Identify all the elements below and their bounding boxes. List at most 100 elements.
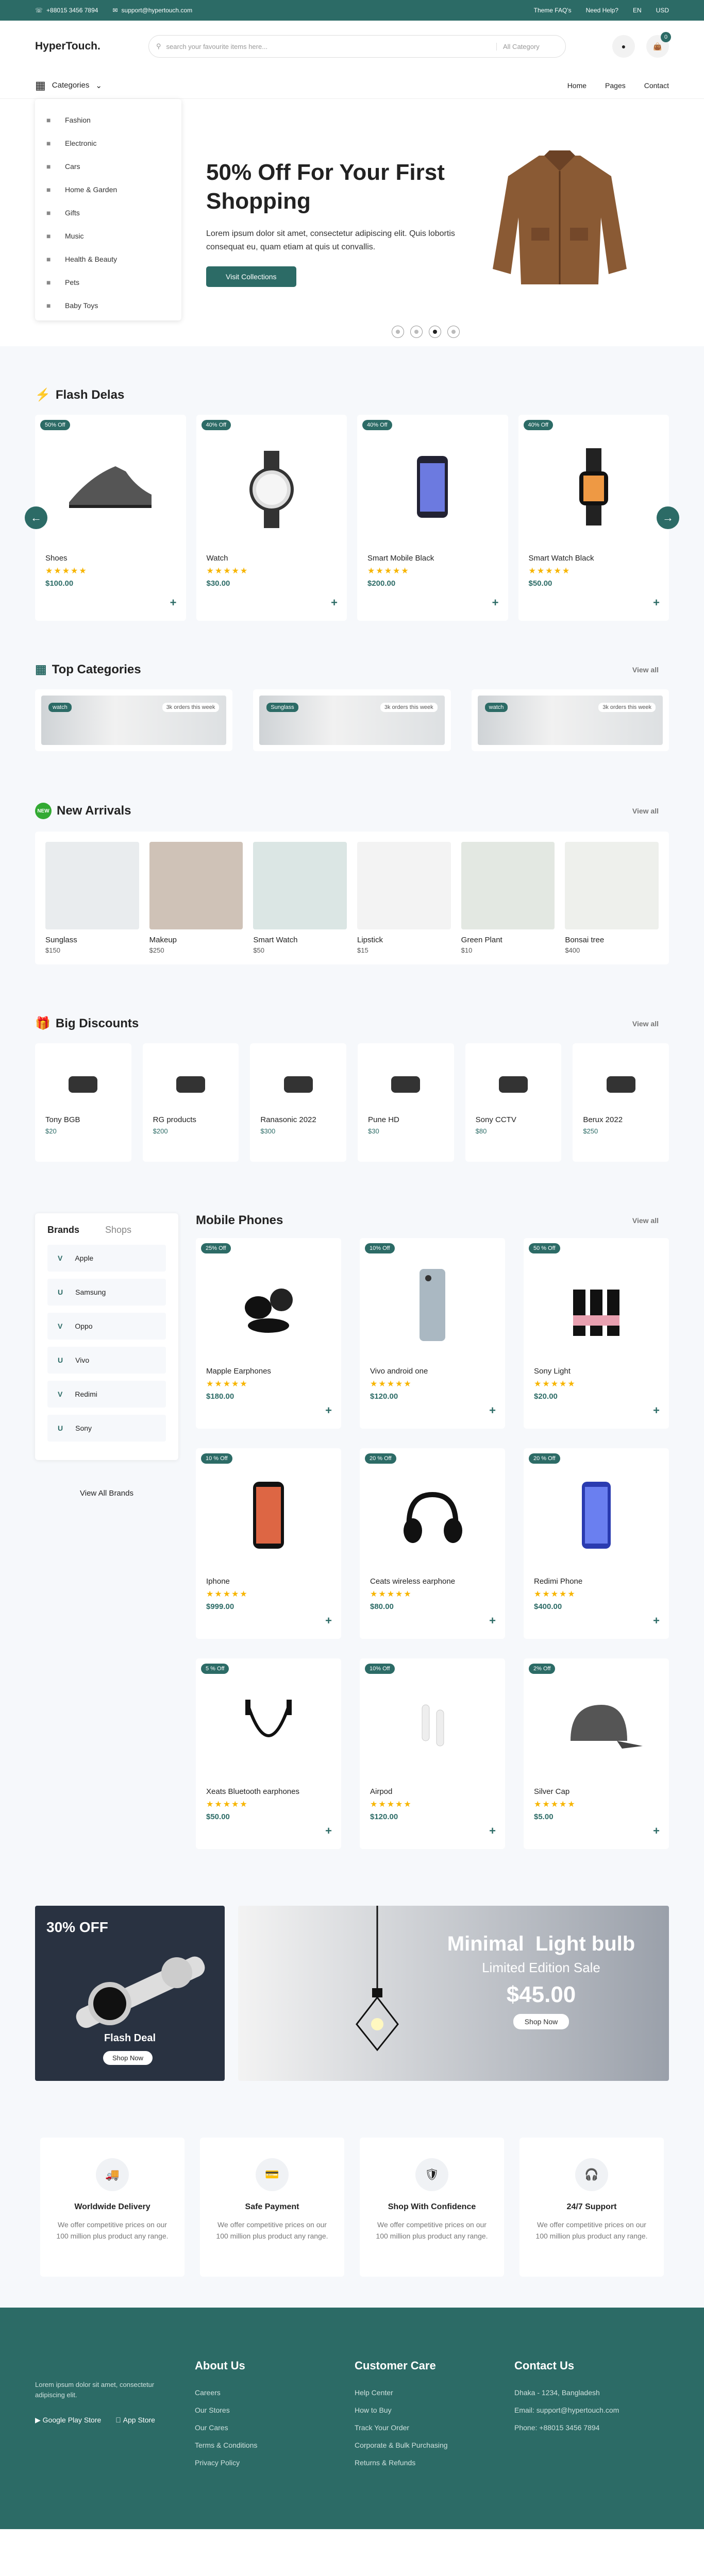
product-card[interactable]: 25% Off Mapple Earphones ★★★★★ $180.00 + — [196, 1238, 341, 1429]
discount-card[interactable]: Ranasonic 2022 $300 — [250, 1043, 346, 1162]
add-to-cart-button[interactable]: + — [331, 596, 338, 609]
arrival-item[interactable]: Bonsai tree $400 — [565, 842, 659, 954]
product-card[interactable]: 20 % Off Redimi Phone ★★★★★ $400.00 + — [524, 1448, 669, 1639]
arrival-item[interactable]: Green Plant $10 — [461, 842, 555, 954]
category-item[interactable]: ■ Cars — [46, 155, 170, 178]
view-all-link[interactable]: View all — [632, 666, 659, 674]
category-item[interactable]: ■ Fashion — [46, 108, 170, 131]
add-to-cart-button[interactable]: + — [489, 1404, 496, 1417]
faq-link[interactable]: Theme FAQ's — [534, 7, 572, 14]
product-card[interactable]: 10% Off Vivo android one ★★★★★ $120.00 + — [360, 1238, 505, 1429]
category-item[interactable]: ■ Pets — [46, 270, 170, 294]
category-item[interactable]: ■ Home & Garden — [46, 178, 170, 201]
language-select[interactable]: EN — [633, 7, 642, 14]
footer-link[interactable]: Corporate & Bulk Purchasing — [355, 2436, 514, 2454]
brand-item[interactable]: U Samsung — [47, 1279, 166, 1306]
discount-card[interactable]: Tony BGB $20 — [35, 1043, 131, 1162]
add-to-cart-button[interactable]: + — [653, 1614, 660, 1628]
category-item[interactable]: ■ Baby Toys — [46, 294, 170, 317]
nav-contact[interactable]: Contact — [644, 81, 669, 90]
discount-card[interactable]: RG products $200 — [142, 1043, 239, 1162]
brand-item[interactable]: U Sony — [47, 1415, 166, 1442]
shop-now-button[interactable]: Shop Now — [513, 2014, 569, 2029]
visit-collections-button[interactable]: Visit Collections — [206, 266, 296, 287]
add-to-cart-button[interactable]: + — [653, 1404, 660, 1417]
shops-tab[interactable]: Shops — [105, 1225, 131, 1235]
slider-dot[interactable] — [410, 326, 423, 338]
category-item[interactable]: ■ Health & Beauty — [46, 247, 170, 270]
add-to-cart-button[interactable]: + — [325, 1404, 332, 1417]
footer-link[interactable]: Terms & Conditions — [195, 2436, 355, 2454]
discount-card[interactable]: Berux 2022 $250 — [573, 1043, 669, 1162]
flash-deal-banner[interactable]: 30% OFF Flash Deal Shop Now — [35, 1906, 225, 2081]
help-link[interactable]: Need Help? — [586, 7, 618, 14]
footer-link[interactable]: How to Buy — [355, 2401, 514, 2419]
product-card[interactable]: 40% Off Watch ★★★★★ $30.00 + — [196, 415, 347, 621]
footer-link[interactable]: Track Your Order — [355, 2419, 514, 2436]
category-item[interactable]: ■ Music — [46, 224, 170, 247]
logo[interactable]: HyperTouch. — [35, 40, 128, 53]
arrival-item[interactable]: Lipstick $15 — [357, 842, 451, 954]
arrival-item[interactable]: Sunglass $150 — [45, 842, 139, 954]
product-card[interactable]: 20 % Off Ceats wireless earphone ★★★★★ $80.… — [360, 1448, 505, 1639]
cart-button[interactable]: 👜 0 — [646, 32, 671, 58]
brand-item[interactable]: V Oppo — [47, 1313, 166, 1340]
product-card[interactable]: 40% Off Smart Watch Black ★★★★★ $50.00 + — [518, 415, 669, 621]
product-card[interactable]: 10% Off Airpod ★★★★★ $120.00 + — [360, 1658, 505, 1849]
search-bar[interactable]: ⚲ search your favourite items here... Al… — [148, 35, 566, 58]
add-to-cart-button[interactable]: + — [170, 596, 177, 609]
product-card[interactable]: 2% Off Silver Cap ★★★★★ $5.00 + — [524, 1658, 669, 1849]
footer-link[interactable]: Help Center — [355, 2384, 514, 2401]
currency-select[interactable]: USD — [656, 7, 669, 14]
arrival-item[interactable]: Makeup $250 — [149, 842, 243, 954]
view-all-brands-link[interactable]: View All Brands — [35, 1489, 178, 1498]
brand-item[interactable]: V Apple — [47, 1245, 166, 1272]
category-item[interactable]: ■ Electronic — [46, 131, 170, 155]
nav-pages[interactable]: Pages — [605, 81, 626, 90]
category-card[interactable]: watch 3k orders this week — [35, 689, 233, 751]
add-to-cart-button[interactable]: + — [653, 596, 660, 609]
brand-item[interactable]: U Vivo — [47, 1347, 166, 1374]
add-to-cart-button[interactable]: + — [489, 1824, 496, 1838]
view-all-link[interactable]: View all — [632, 1020, 659, 1028]
category-item[interactable]: ■ Gifts — [46, 201, 170, 224]
prev-arrow[interactable]: ← — [25, 506, 47, 529]
footer-link[interactable]: Privacy Policy — [195, 2454, 355, 2471]
product-card[interactable]: 40% Off Smart Mobile Black ★★★★★ $200.00 + — [357, 415, 508, 621]
footer-link[interactable]: Returns & Refunds — [355, 2454, 514, 2471]
slider-dot[interactable] — [429, 326, 441, 338]
categories-button[interactable]: ▦ Categories ⌄ — [35, 79, 154, 92]
brands-tab[interactable]: Brands — [47, 1225, 79, 1235]
product-card[interactable]: 50% Off Shoes ★★★★★ $100.00 + — [35, 415, 186, 621]
footer-link[interactable]: Careers — [195, 2384, 355, 2401]
category-card[interactable]: Sunglass 3k orders this week — [253, 689, 451, 751]
view-all-link[interactable]: View all — [632, 1216, 659, 1225]
nav-home[interactable]: Home — [567, 81, 586, 90]
search-category-select[interactable]: All Category — [496, 42, 558, 50]
footer-link[interactable]: Our Stores — [195, 2401, 355, 2419]
slider-dot[interactable] — [447, 326, 460, 338]
view-all-link[interactable]: View all — [632, 807, 659, 815]
light-bulb-banner[interactable]: Minimal Light bulb Limited Edition Sale … — [238, 1906, 669, 2081]
add-to-cart-button[interactable]: + — [325, 1614, 332, 1628]
add-to-cart-button[interactable]: + — [325, 1824, 332, 1838]
discount-card[interactable]: Sony CCTV $80 — [465, 1043, 562, 1162]
add-to-cart-button[interactable]: + — [653, 1824, 660, 1838]
slider-dot[interactable] — [392, 326, 404, 338]
app-store-button[interactable]:  App Store — [115, 2416, 155, 2425]
discount-card[interactable]: Pune HD $30 — [358, 1043, 454, 1162]
user-button[interactable]: ● — [612, 35, 635, 58]
shop-now-button[interactable]: Shop Now — [103, 2051, 153, 2065]
category-card[interactable]: watch 3k orders this week — [471, 689, 669, 751]
footer-link[interactable]: Our Cares — [195, 2419, 355, 2436]
brand-item[interactable]: V Redimi — [47, 1381, 166, 1408]
product-card[interactable]: 10 % Off Iphone ★★★★★ $999.00 + — [196, 1448, 341, 1639]
add-to-cart-button[interactable]: + — [492, 596, 499, 609]
product-card[interactable]: 50 % Off Sony Light ★★★★★ $20.00 + — [524, 1238, 669, 1429]
google-play-button[interactable]: ▶ Google Play Store — [35, 2416, 101, 2425]
product-card[interactable]: 5 % Off Xeats Bluetooth earphones ★★★★★ $50… — [196, 1658, 341, 1849]
search-input[interactable]: search your favourite items here... — [166, 43, 491, 50]
arrival-item[interactable]: Smart Watch $50 — [253, 842, 347, 954]
add-to-cart-button[interactable]: + — [489, 1614, 496, 1628]
next-arrow[interactable]: → — [657, 506, 679, 529]
